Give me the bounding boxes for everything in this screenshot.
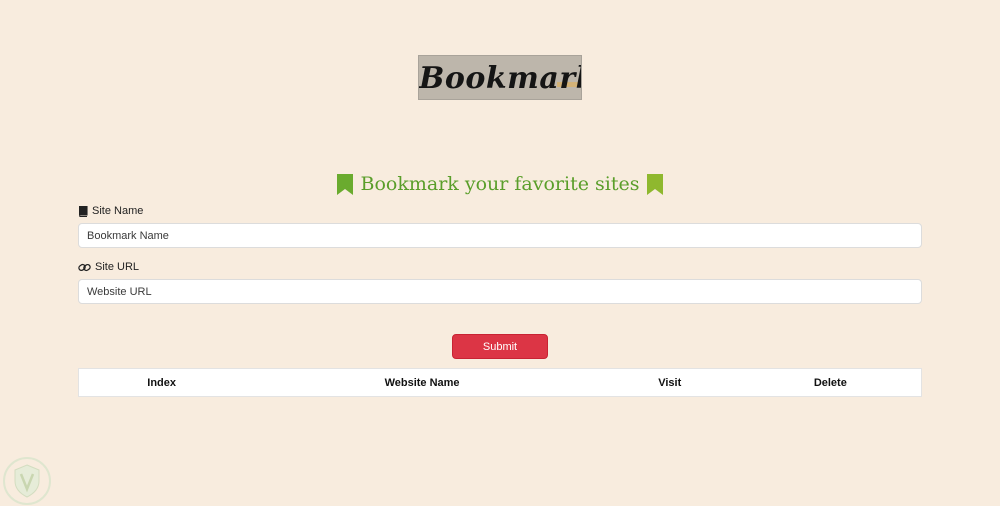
page: Bookmarker Bookmark your favorite sites … bbox=[0, 0, 1000, 506]
site-url-input[interactable] bbox=[78, 279, 922, 304]
column-header-index: Index bbox=[78, 368, 245, 397]
link-icon bbox=[78, 263, 91, 271]
site-url-label: Site URL bbox=[78, 260, 139, 274]
site-name-input[interactable] bbox=[78, 223, 922, 248]
logo: Bookmarker bbox=[418, 55, 582, 100]
site-url-label-text: Site URL bbox=[95, 261, 140, 273]
bookmark-icon bbox=[647, 173, 664, 195]
table-header-row: Index Website Name Visit Delete bbox=[78, 368, 922, 397]
bookmark-icon bbox=[336, 173, 353, 195]
column-header-delete: Delete bbox=[739, 368, 922, 397]
site-name-label-text: Site Name bbox=[92, 205, 144, 217]
site-name-label: Site Name bbox=[78, 204, 143, 218]
book-icon bbox=[79, 205, 88, 217]
heading-text: Bookmark your favorite sites bbox=[360, 173, 640, 195]
logo-text: Bookmarker bbox=[419, 61, 581, 96]
page-heading: Bookmark your favorite sites bbox=[0, 170, 1000, 198]
column-header-website-name: Website Name bbox=[244, 368, 600, 397]
column-header-visit: Visit bbox=[599, 368, 740, 397]
bookmarks-table: Index Website Name Visit Delete bbox=[78, 368, 922, 397]
watermark-shield-icon bbox=[3, 457, 51, 505]
submit-button[interactable]: Submit bbox=[452, 334, 548, 359]
